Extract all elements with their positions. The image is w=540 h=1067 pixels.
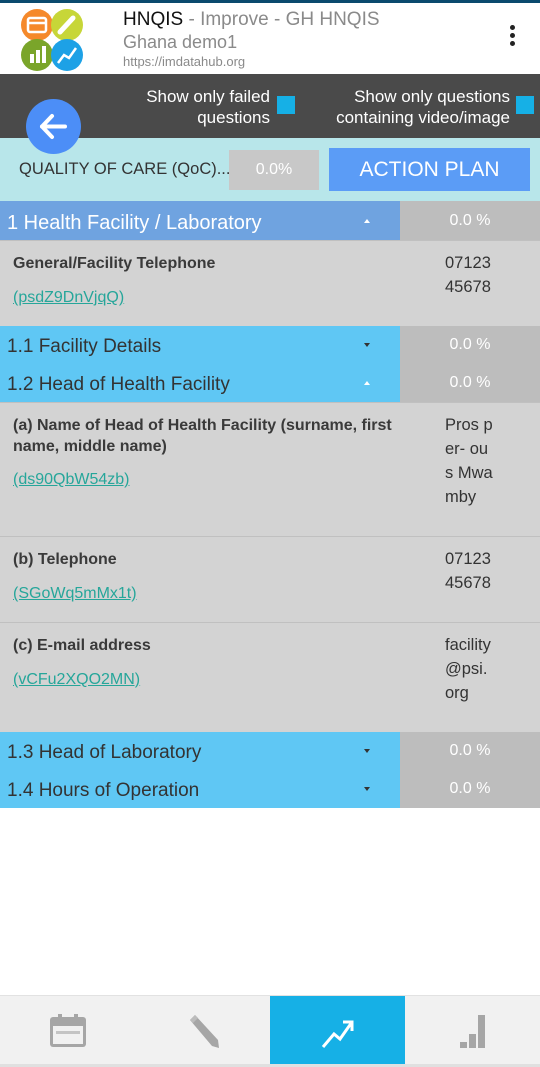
chevron-down-icon bbox=[364, 787, 370, 791]
quality-of-care-score: 0.0% bbox=[229, 150, 319, 190]
subsection-title: 1.1 Facility Details bbox=[7, 336, 162, 357]
media-questions-checkbox[interactable] bbox=[516, 96, 534, 114]
subsection-score: 0.0 % bbox=[400, 364, 540, 402]
question-code-link[interactable]: (SGoWq5mMx1t) bbox=[13, 585, 137, 603]
failed-questions-checkbox[interactable] bbox=[277, 96, 295, 114]
subsection-title: 1.3 Head of Laboratory bbox=[7, 742, 202, 763]
question-row: General/Facility Telephone (psdZ9DnVjqQ)… bbox=[0, 240, 540, 326]
program-name: - Improve - GH HNQIS bbox=[183, 9, 380, 30]
subsection-score: 0.0 % bbox=[400, 732, 540, 770]
question-label: (a) Name of Head of Health Facility (sur… bbox=[13, 417, 392, 455]
bar-chart-icon bbox=[460, 1015, 485, 1048]
action-plan-button[interactable]: ACTION PLAN bbox=[329, 148, 530, 191]
question-answer: facility@psi.org bbox=[445, 636, 491, 702]
chevron-up-icon bbox=[364, 381, 370, 385]
question-row: (c) E-mail address (vCFu2XQO2MN) facilit… bbox=[0, 622, 540, 732]
more-vert-icon[interactable] bbox=[500, 25, 524, 53]
question-code-link[interactable]: (psdZ9DnVjqQ) bbox=[13, 289, 124, 307]
back-button[interactable] bbox=[26, 99, 81, 154]
nav-reports[interactable] bbox=[405, 996, 540, 1067]
subsection-score: 0.0 % bbox=[400, 770, 540, 808]
arrow-left-icon bbox=[40, 114, 67, 139]
quality-of-care-label: QUALITY OF CARE (QoC)... bbox=[19, 160, 231, 178]
question-answer: 0712345678 bbox=[445, 550, 491, 592]
subsection-header[interactable]: 1.1 Facility Details 0.0 % bbox=[0, 326, 540, 364]
section-title: 1 Health Facility / Laboratory bbox=[7, 212, 262, 234]
org-unit-name: Ghana demo1 bbox=[123, 32, 238, 52]
question-label: (b) Telephone bbox=[13, 551, 117, 568]
nav-calendar[interactable] bbox=[0, 996, 135, 1067]
subsection-header[interactable]: 1.4 Hours of Operation 0.0 % bbox=[0, 770, 540, 808]
question-row: (a) Name of Head of Health Facility (sur… bbox=[0, 402, 540, 536]
trend-chart-icon bbox=[321, 1020, 354, 1048]
pencil-icon bbox=[190, 1015, 219, 1048]
subsection-score: 0.0 % bbox=[400, 326, 540, 364]
bottom-navigation bbox=[0, 995, 540, 1067]
question-answer: Pros per- ous Mwa mby bbox=[445, 416, 493, 506]
chevron-up-icon bbox=[364, 219, 370, 223]
calendar-icon bbox=[50, 1014, 86, 1047]
app-title: HNQIS - Improve - GH HNQIS bbox=[123, 9, 380, 31]
media-questions-label: Show only questions containing video/ima… bbox=[336, 87, 510, 127]
hnqis-logo-icon bbox=[20, 8, 84, 72]
question-row: (b) Telephone (SGoWq5mMx1t) 0712345678 bbox=[0, 536, 540, 622]
server-url: https://imdatahub.org bbox=[123, 54, 246, 69]
subsection-title: 1.2 Head of Health Facility bbox=[7, 374, 230, 395]
subsection-header[interactable]: 1.3 Head of Laboratory 0.0 % bbox=[0, 732, 540, 770]
subsection-header[interactable]: 1.2 Head of Health Facility 0.0 % bbox=[0, 364, 540, 402]
chevron-down-icon bbox=[364, 343, 370, 347]
chevron-down-icon bbox=[364, 749, 370, 753]
question-answer: 0712345678 bbox=[445, 254, 491, 296]
section-header[interactable]: 1 Health Facility / Laboratory 0.0 % bbox=[0, 201, 540, 240]
question-label: (c) E-mail address bbox=[13, 637, 151, 654]
survey-screen: HNQIS - Improve - GH HNQIS Ghana demo1 h… bbox=[0, 0, 540, 1067]
app-name: HNQIS bbox=[123, 9, 184, 30]
question-label: General/Facility Telephone bbox=[13, 255, 216, 272]
app-bar: HNQIS - Improve - GH HNQIS Ghana demo1 h… bbox=[0, 3, 540, 74]
question-code-link[interactable]: (ds90QbW54zb) bbox=[13, 471, 130, 489]
section-score: 0.0 % bbox=[400, 201, 540, 240]
nav-improve[interactable] bbox=[270, 996, 405, 1067]
failed-questions-label: Show only failed questions bbox=[146, 87, 270, 127]
nav-edit[interactable] bbox=[135, 996, 270, 1067]
subsection-title: 1.4 Hours of Operation bbox=[7, 780, 200, 801]
question-code-link[interactable]: (vCFu2XQO2MN) bbox=[13, 671, 140, 689]
